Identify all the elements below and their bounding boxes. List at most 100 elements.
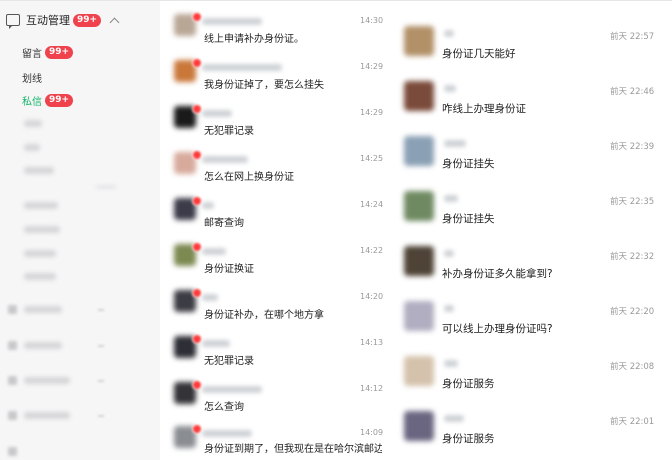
message-time: 14:22 xyxy=(360,246,384,255)
message-item[interactable]: 前天 22:20 可以线上办理身份证吗? xyxy=(398,297,662,345)
message-preview: 身份证几天能好 xyxy=(442,48,516,60)
chevron-down-icon[interactable] xyxy=(98,415,104,417)
message-preview: 补办身份证多久能拿到? xyxy=(442,268,553,280)
sidebar-item-label: 私信 xyxy=(22,97,42,108)
message-item[interactable]: 14:25 怎么在网上换身份证 xyxy=(166,150,386,190)
sidebar-item-comments[interactable]: 留言 99+ xyxy=(22,45,74,60)
message-time: 14:13 xyxy=(360,338,384,347)
sender-name xyxy=(202,202,214,209)
unread-badge: 99+ xyxy=(73,13,102,27)
section-icon xyxy=(8,376,17,385)
sender-name xyxy=(444,360,458,367)
message-item[interactable]: 14:20 身份证补办，在哪个地方拿 xyxy=(166,288,386,328)
message-time: 14:29 xyxy=(360,108,384,117)
unread-dot xyxy=(192,196,202,206)
message-time: 14:12 xyxy=(360,384,384,393)
unread-dot xyxy=(192,380,202,390)
sender-name xyxy=(444,140,466,147)
message-item[interactable]: 前天 22:39 身份证挂失 xyxy=(398,132,662,180)
sidebar-item-blurred[interactable] xyxy=(24,120,42,127)
sender-name xyxy=(202,430,252,437)
message-item[interactable]: 前天 22:01 身份证服务 xyxy=(398,407,662,455)
message-item[interactable]: 14:29 我身份证掉了，要怎么挂失 xyxy=(166,58,386,98)
message-item[interactable]: 14:12 怎么查询 xyxy=(166,380,386,420)
sidebar-item-private-messages[interactable]: 私信 99+ xyxy=(22,93,74,108)
sidebar-item-blurred[interactable] xyxy=(24,144,40,151)
message-preview: 咋线上办理身份证 xyxy=(442,103,526,115)
sidebar-item-blurred[interactable] xyxy=(24,273,56,280)
sidebar-section-header[interactable]: 互动管理 99+ xyxy=(6,9,120,31)
unread-badge: 99+ xyxy=(45,94,74,107)
chevron-down-icon[interactable] xyxy=(98,345,104,347)
unread-dot xyxy=(192,424,202,434)
message-time: 前天 22:32 xyxy=(610,252,655,262)
sidebar-item-blurred[interactable] xyxy=(24,202,58,209)
section-icon xyxy=(8,341,17,350)
message-preview: 身份证换证 xyxy=(204,264,254,275)
avatar xyxy=(404,81,434,111)
message-item[interactable]: 14:24 邮寄查询 xyxy=(166,196,386,236)
sender-name xyxy=(202,110,232,117)
sidebar-section-blurred[interactable] xyxy=(24,306,62,313)
divider xyxy=(96,186,116,188)
message-item[interactable]: 前天 22:32 补办身份证多久能拿到? xyxy=(398,242,662,290)
avatar xyxy=(404,26,434,56)
unread-dot xyxy=(192,242,202,252)
section-icon xyxy=(8,305,17,314)
message-preview: 身份证服务 xyxy=(442,378,495,390)
message-item[interactable]: 前天 22:08 身份证服务 xyxy=(398,352,662,400)
sidebar-item-blurred[interactable] xyxy=(24,250,56,257)
chevron-up-icon[interactable] xyxy=(109,17,120,27)
message-time: 前天 22:01 xyxy=(610,417,655,427)
message-preview: 怎么在网上换身份证 xyxy=(204,172,294,183)
sender-name xyxy=(202,340,230,347)
sender-name xyxy=(444,415,464,422)
unread-dot xyxy=(192,288,202,298)
sidebar-item-blurred[interactable] xyxy=(24,226,60,233)
sidebar-item-underline[interactable]: 划线 xyxy=(22,70,42,85)
sidebar-item-label: 留言 xyxy=(22,49,42,60)
message-time: 前天 22:57 xyxy=(610,32,655,42)
message-time: 14:25 xyxy=(360,154,384,163)
sender-name xyxy=(202,156,248,163)
message-time: 前天 22:08 xyxy=(610,362,655,372)
message-item[interactable]: 14:09 身份证到期了，但我现在是在哈尔滨邮边的该... xyxy=(166,424,386,460)
chevron-down-icon[interactable] xyxy=(98,309,104,311)
section-icon xyxy=(8,411,17,420)
message-time: 前天 22:35 xyxy=(610,197,655,207)
sidebar-item-label: 划线 xyxy=(22,74,42,85)
message-preview: 身份证补办，在哪个地方拿 xyxy=(204,310,324,321)
unread-dot xyxy=(192,12,202,22)
message-preview: 无犯罪记录 xyxy=(204,126,254,137)
message-time: 前天 22:39 xyxy=(610,142,655,152)
sidebar-item-blurred[interactable] xyxy=(24,167,54,174)
message-preview: 身份证挂失 xyxy=(442,158,495,170)
message-preview: 线上申请补办身份证。 xyxy=(204,34,304,45)
sidebar-section-blurred[interactable] xyxy=(24,377,70,384)
message-item[interactable]: 14:29 无犯罪记录 xyxy=(166,104,386,144)
message-time: 14:29 xyxy=(360,62,384,71)
sender-name xyxy=(202,248,226,255)
chevron-down-icon[interactable] xyxy=(98,380,104,382)
chat-icon xyxy=(6,14,20,29)
sidebar-section-title: 互动管理 xyxy=(26,14,70,27)
avatar xyxy=(404,191,434,221)
sidebar-section-blurred[interactable] xyxy=(24,412,70,419)
message-preview: 身份证到期了，但我现在是在哈尔滨邮边的该... xyxy=(204,444,382,455)
message-item[interactable]: 14:13 无犯罪记录 xyxy=(166,334,386,374)
sidebar-section-blurred[interactable] xyxy=(24,342,62,349)
message-time: 前天 22:20 xyxy=(610,307,655,317)
message-item[interactable]: 14:30 线上申请补办身份证。 xyxy=(166,12,386,52)
message-item[interactable]: 前天 22:57 身份证几天能好 xyxy=(398,22,662,70)
avatar xyxy=(404,411,434,441)
message-item[interactable]: 14:22 身份证换证 xyxy=(166,242,386,282)
message-preview: 我身份证掉了，要怎么挂失 xyxy=(204,80,324,91)
sender-name xyxy=(444,195,458,202)
sender-name xyxy=(444,250,454,257)
unread-dot xyxy=(192,150,202,160)
message-item[interactable]: 前天 22:46 咋线上办理身份证 xyxy=(398,77,662,125)
unread-badge: 99+ xyxy=(45,46,74,59)
message-preview: 怎么查询 xyxy=(204,402,244,413)
avatar xyxy=(404,136,434,166)
message-item[interactable]: 前天 22:35 身份证挂失 xyxy=(398,187,662,235)
